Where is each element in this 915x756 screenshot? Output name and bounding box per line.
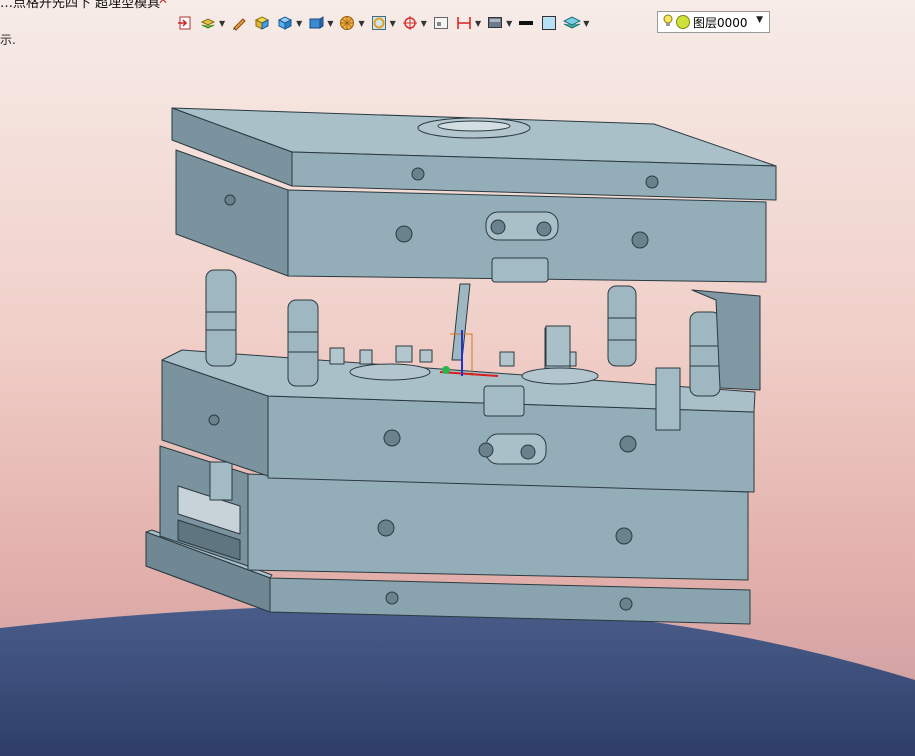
target-icon[interactable]: ▼: [401, 14, 427, 32]
chevron-down-icon[interactable]: ▼: [756, 15, 763, 25]
line-color-icon[interactable]: [517, 14, 535, 32]
pen-icon[interactable]: [230, 14, 248, 32]
mold-model-scene[interactable]: [0, 0, 915, 756]
view-toolbar: ▼ ▼ ▼ ▼ ▼ ▼ ▼ ▼ ▼: [176, 10, 589, 36]
view-icon[interactable]: [432, 14, 450, 32]
box-yellow-icon[interactable]: [253, 14, 271, 32]
box-blue-icon[interactable]: ▼: [276, 14, 302, 32]
layers-icon[interactable]: ▼: [199, 14, 225, 32]
3d-viewport[interactable]: [0, 0, 915, 756]
box-select-icon[interactable]: ▼: [307, 14, 333, 32]
display-icon[interactable]: ▼: [486, 14, 512, 32]
fill-color-icon[interactable]: [540, 14, 558, 32]
status-hint: 示.: [0, 33, 16, 47]
bulb-icon[interactable]: [663, 13, 673, 32]
document-tab[interactable]: …点格开先四下 超埋型模具 ✕: [0, 0, 200, 9]
layer-color-swatch: [676, 15, 690, 29]
layer-manager-icon[interactable]: ▼: [563, 14, 589, 32]
close-icon[interactable]: ✕: [158, 0, 168, 7]
import-icon[interactable]: [176, 14, 194, 32]
ring-icon[interactable]: ▼: [370, 14, 396, 32]
layer-select[interactable]: 图层0000 ▼: [657, 11, 770, 33]
sphere-icon[interactable]: ▼: [338, 14, 365, 32]
tab-title: …点格开先四下 超埋型模具: [0, 0, 161, 9]
dimension-icon[interactable]: ▼: [455, 14, 481, 32]
layer-name: 图层0000: [693, 15, 748, 30]
